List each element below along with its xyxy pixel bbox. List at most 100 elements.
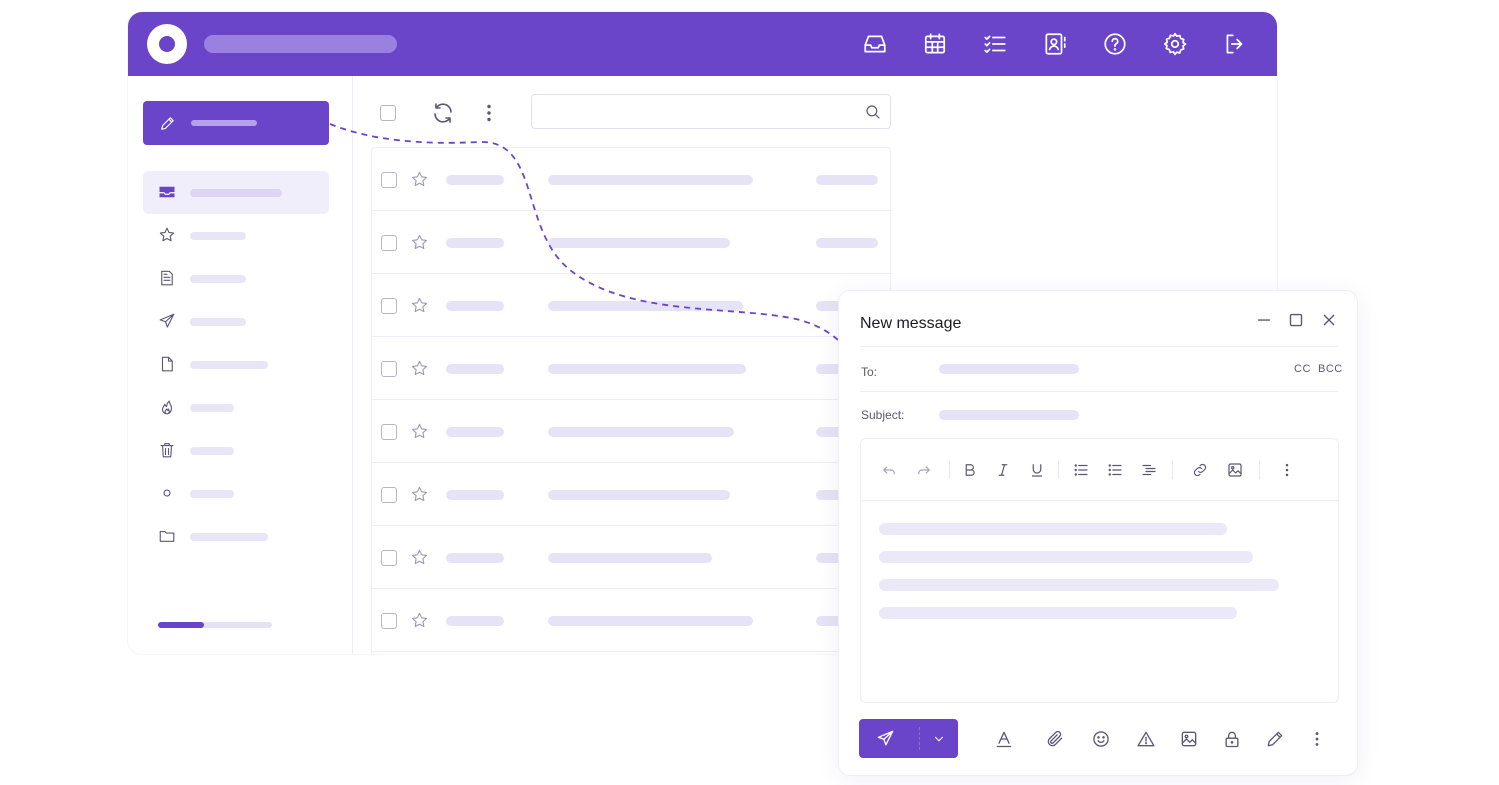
link-icon[interactable]: [1190, 460, 1210, 480]
sidebar-item-label-placeholder: [190, 490, 234, 498]
sidebar-item-all-mail[interactable]: [143, 343, 329, 386]
sidebar-item-trash[interactable]: [143, 429, 329, 472]
numbered-list-icon[interactable]: [1105, 460, 1125, 480]
sender-placeholder: [446, 490, 504, 500]
sender-placeholder: [446, 616, 504, 626]
cc-button[interactable]: CC: [1294, 363, 1311, 375]
redo-icon[interactable]: [914, 460, 934, 480]
storage-usage-bar: [158, 622, 272, 628]
star-icon[interactable]: [410, 611, 429, 630]
more-options-icon[interactable]: [1277, 460, 1297, 480]
star-icon[interactable]: [410, 548, 429, 567]
composer-divider: [860, 346, 1338, 347]
sender-placeholder: [446, 301, 504, 311]
close-icon[interactable]: [1318, 309, 1340, 331]
star-icon[interactable]: [410, 485, 429, 504]
calendar-icon[interactable]: [919, 28, 951, 60]
message-checkbox[interactable]: [381, 172, 397, 188]
emoji-icon[interactable]: [1090, 728, 1112, 750]
undo-icon[interactable]: [879, 460, 899, 480]
logout-icon[interactable]: [1219, 28, 1251, 60]
lock-icon[interactable]: [1221, 728, 1243, 750]
message-row[interactable]: [372, 400, 892, 463]
subject-placeholder: [548, 364, 746, 374]
align-icon[interactable]: [1139, 460, 1159, 480]
image-icon[interactable]: [1225, 460, 1245, 480]
date-placeholder: [816, 175, 878, 185]
search-input[interactable]: [542, 101, 852, 123]
body-text-placeholder: [879, 551, 1253, 563]
sender-placeholder: [446, 553, 504, 563]
minimize-icon[interactable]: [1253, 309, 1275, 331]
contacts-icon[interactable]: [1039, 28, 1071, 60]
message-row[interactable]: [372, 589, 892, 652]
settings-icon[interactable]: [1159, 28, 1191, 60]
sidebar-item-sent[interactable]: [143, 300, 329, 343]
body-text-placeholder: [879, 579, 1279, 591]
message-checkbox[interactable]: [381, 613, 397, 629]
send-options-button[interactable]: [920, 719, 958, 758]
star-icon[interactable]: [410, 359, 429, 378]
message-checkbox[interactable]: [381, 361, 397, 377]
sidebar-item-label-placeholder: [190, 447, 234, 455]
sidebar-item-inbox[interactable]: [143, 171, 329, 214]
message-row[interactable]: [372, 274, 892, 337]
sidebar-item-spam[interactable]: [143, 386, 329, 429]
message-checkbox[interactable]: [381, 424, 397, 440]
top-bar: [128, 12, 1277, 76]
toolbar-separator: [1172, 461, 1173, 479]
to-label: To:: [861, 365, 878, 379]
text-format-icon[interactable]: [993, 728, 1015, 750]
underline-icon[interactable]: [1027, 460, 1047, 480]
sidebar-item-starred[interactable]: [143, 214, 329, 257]
message-checkbox[interactable]: [381, 235, 397, 251]
sidebar-item-folder[interactable]: [143, 515, 329, 558]
message-checkbox[interactable]: [381, 487, 397, 503]
attachment-icon[interactable]: [1044, 728, 1066, 750]
sidebar: [128, 76, 353, 654]
image-icon[interactable]: [1178, 728, 1200, 750]
send-button[interactable]: [859, 719, 919, 758]
more-options-icon[interactable]: [1306, 728, 1328, 750]
italic-icon[interactable]: [993, 460, 1013, 480]
subject-field[interactable]: [934, 402, 1314, 428]
star-icon[interactable]: [410, 233, 429, 252]
compose-button[interactable]: [143, 101, 329, 145]
message-checkbox[interactable]: [381, 298, 397, 314]
message-row[interactable]: [372, 211, 892, 274]
signature-pen-icon[interactable]: [1264, 728, 1286, 750]
bullet-list-icon[interactable]: [1071, 460, 1091, 480]
message-checkbox[interactable]: [381, 550, 397, 566]
message-row[interactable]: [372, 337, 892, 400]
toolbar-separator: [1259, 461, 1260, 479]
sidebar-item-label-placeholder: [190, 189, 282, 197]
star-icon[interactable]: [410, 296, 429, 315]
star-icon[interactable]: [410, 170, 429, 189]
subject-placeholder: [548, 238, 730, 248]
flame-icon: [161, 400, 173, 415]
refresh-icon[interactable]: [431, 101, 455, 125]
subject-placeholder: [548, 301, 743, 311]
message-row[interactable]: [372, 463, 892, 526]
editor-toolbar: [861, 439, 1338, 501]
more-options-icon[interactable]: [477, 101, 501, 125]
sidebar-item-drafts[interactable]: [143, 257, 329, 300]
message-row[interactable]: [372, 526, 892, 589]
maximize-icon[interactable]: [1285, 309, 1307, 331]
warning-icon[interactable]: [1135, 728, 1157, 750]
inbox-icon[interactable]: [859, 28, 891, 60]
select-all-checkbox[interactable]: [380, 105, 396, 121]
tasks-icon[interactable]: [979, 28, 1011, 60]
to-field[interactable]: [934, 356, 1274, 382]
search-icon[interactable]: [864, 103, 882, 121]
sidebar-item-label[interactable]: [143, 472, 329, 515]
subject-placeholder: [548, 427, 734, 437]
app-logo[interactable]: [147, 24, 187, 64]
bold-icon[interactable]: [960, 460, 980, 480]
star-icon[interactable]: [410, 422, 429, 441]
bcc-button[interactable]: BCC: [1318, 363, 1343, 375]
message-row[interactable]: [372, 148, 892, 211]
sidebar-item-label-placeholder: [190, 361, 268, 369]
sender-placeholder: [446, 364, 504, 374]
help-icon[interactable]: [1099, 28, 1131, 60]
